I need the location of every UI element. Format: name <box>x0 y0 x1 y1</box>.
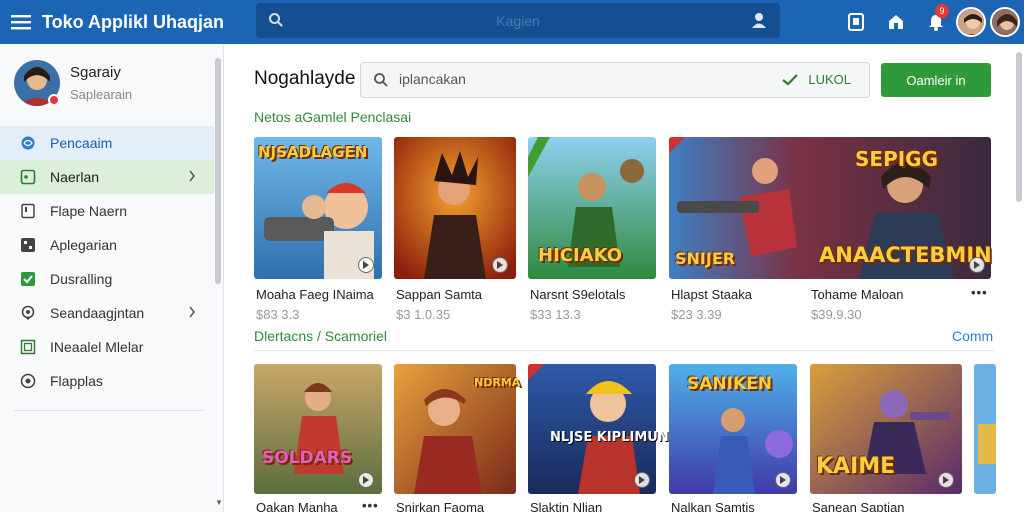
sidebar-item-flape-naern[interactable]: Flape Naern <box>0 194 214 228</box>
search-icon <box>373 72 389 93</box>
app-name: Snirkan Faoma <box>396 500 485 512</box>
sidebar-divider <box>14 410 204 411</box>
sidebar-item-label: Naerlan <box>50 169 100 185</box>
see-more-link[interactable]: Comm <box>952 328 993 344</box>
check-icon <box>20 271 36 287</box>
app-name: Oakan Manha <box>256 500 338 512</box>
sidebar-item-label: Flapplas <box>50 373 103 389</box>
sidebar-item-label: Dusralling <box>50 271 113 287</box>
store-icon[interactable] <box>876 0 916 44</box>
search-status-label: LUKOL <box>808 72 851 87</box>
app-title: Toko Applikl Uhaqjan <box>42 11 225 32</box>
main-scrollbar[interactable] <box>1016 52 1022 202</box>
main-search-box[interactable]: LUKOL <box>360 62 870 98</box>
primary-action-button[interactable]: Oamleir in <box>881 63 991 97</box>
tablet-icon[interactable] <box>836 0 876 44</box>
play-icon <box>775 472 791 488</box>
scroll-down-arrow[interactable]: ▼ <box>215 498 223 507</box>
sidebar-item-flapplas[interactable]: Flapplas <box>0 364 214 398</box>
menu-icon[interactable] <box>0 0 42 44</box>
profile-subtitle: Saplearain <box>70 87 133 102</box>
play-icon <box>358 257 374 273</box>
top-search-placeholder: Kagien <box>496 12 540 29</box>
play-icon <box>492 257 508 273</box>
more-options-icon[interactable]: ••• <box>362 498 379 512</box>
thumbnail-art-title: SANIKEN <box>687 374 772 394</box>
thumbnail-art-title: KAIME <box>816 454 896 479</box>
section-divider <box>254 350 994 351</box>
app-price: $83 3.3 <box>256 307 300 322</box>
play-icon <box>969 257 985 273</box>
thumbnail-art-title: NLJSE KIPLIMUN <box>550 430 669 445</box>
app-name: Slaktin Nlian <box>530 500 603 512</box>
section-title-featured: Netos aGamlel Penclasai <box>254 109 412 125</box>
sidebar-item-label: INeaalel Mlelar <box>50 339 144 355</box>
image-icon <box>20 169 36 185</box>
sidebar-scrollbar[interactable] <box>215 58 221 284</box>
section-title-category: Dlertacns / Scamoriel <box>254 328 388 344</box>
main-content: Nogahlayde LUKOL Oamleir in Netos aGamle… <box>226 44 1024 512</box>
user-search-icon[interactable] <box>750 11 768 34</box>
sidebar: Sgaraiy Saplearain Pencaaim Naerlan Flap… <box>0 44 224 512</box>
thumbnail-art-title: SNIJER <box>675 249 736 268</box>
sidebar-item-seandaagjntan[interactable]: Seandaagjntan <box>0 296 214 330</box>
grid-icon <box>20 339 36 355</box>
app-price: $33 13.3 <box>530 307 581 322</box>
thumbnail-art-title: SOLDARS <box>262 448 353 468</box>
sidebar-item-aplegarian[interactable]: Aplegarian <box>0 228 214 262</box>
search-status[interactable]: LUKOL <box>782 72 851 87</box>
play-icon <box>634 472 650 488</box>
app-name: Nalkan Samtis <box>671 500 755 512</box>
search-input[interactable] <box>399 71 759 87</box>
sidebar-item-label: Aplegarian <box>50 237 117 253</box>
sidebar-item-label: Pencaaim <box>50 135 113 151</box>
app-thumbnail <box>974 364 996 494</box>
sidebar-item-pencaaim[interactable]: Pencaaim <box>0 126 214 160</box>
thumbnail-art-title: SEPIGG <box>855 147 938 171</box>
play-icon <box>358 472 374 488</box>
app-price: $23 3.39 <box>671 307 722 322</box>
avatar[interactable] <box>990 7 1020 37</box>
app-name: Hlapst Staaka <box>671 287 752 302</box>
app-name: Sappan Samta <box>396 287 483 302</box>
chevron-right-icon <box>188 169 196 185</box>
app-name: Narsnt S9elotals <box>530 287 626 302</box>
status-dot <box>48 94 60 106</box>
avatar[interactable] <box>956 7 986 37</box>
profile[interactable]: Sgaraiy Saplearain <box>0 44 223 122</box>
app-price: $39.9.30 <box>811 307 862 322</box>
app-price: $3 1.0.35 <box>396 307 451 322</box>
app-name: Tohame Maloan <box>811 287 904 302</box>
top-bar: Toko Applikl Uhaqjan Kagien 9 <box>0 0 1024 44</box>
chevron-right-icon <box>188 305 196 321</box>
app-name: Moaha Faeg INaima <box>256 287 374 302</box>
more-options-icon[interactable]: ••• <box>971 285 988 300</box>
thumbnail-art-title: NDRMA <box>474 376 521 389</box>
settings-icon <box>20 373 36 389</box>
sidebar-item-label: Seandaagjntan <box>50 305 145 321</box>
sidebar-item-ineaalel-mlelar[interactable]: INeaalel Mlelar <box>0 330 214 364</box>
apps-icon <box>20 237 36 253</box>
app-name: Sanean Saptian <box>812 500 905 512</box>
top-search-bar[interactable]: Kagien <box>256 3 780 38</box>
sidebar-nav: Pencaaim Naerlan Flape Naern Aplegarian … <box>0 126 223 398</box>
thumbnail-art-title: ANAACTEBMIN <box>819 243 992 267</box>
sidebar-item-dusralling[interactable]: Dusralling <box>0 262 214 296</box>
location-icon <box>20 305 36 321</box>
top-icons: 9 <box>836 0 1024 44</box>
notification-badge: 9 <box>935 4 949 18</box>
thumbnail-art-title: NJSADLAGEN <box>258 143 368 161</box>
play-icon <box>938 472 954 488</box>
page-title: Nogahlayde <box>254 68 356 89</box>
profile-name: Sgaraiy <box>70 64 121 81</box>
notification-icon[interactable]: 9 <box>916 0 956 44</box>
bookmark-icon <box>20 203 36 219</box>
sidebar-item-label: Flape Naern <box>50 203 128 219</box>
sidebar-item-naerlan[interactable]: Naerlan <box>0 160 214 194</box>
thumbnail-art-title: HICIAKO <box>538 245 623 266</box>
globe-icon <box>20 135 36 151</box>
